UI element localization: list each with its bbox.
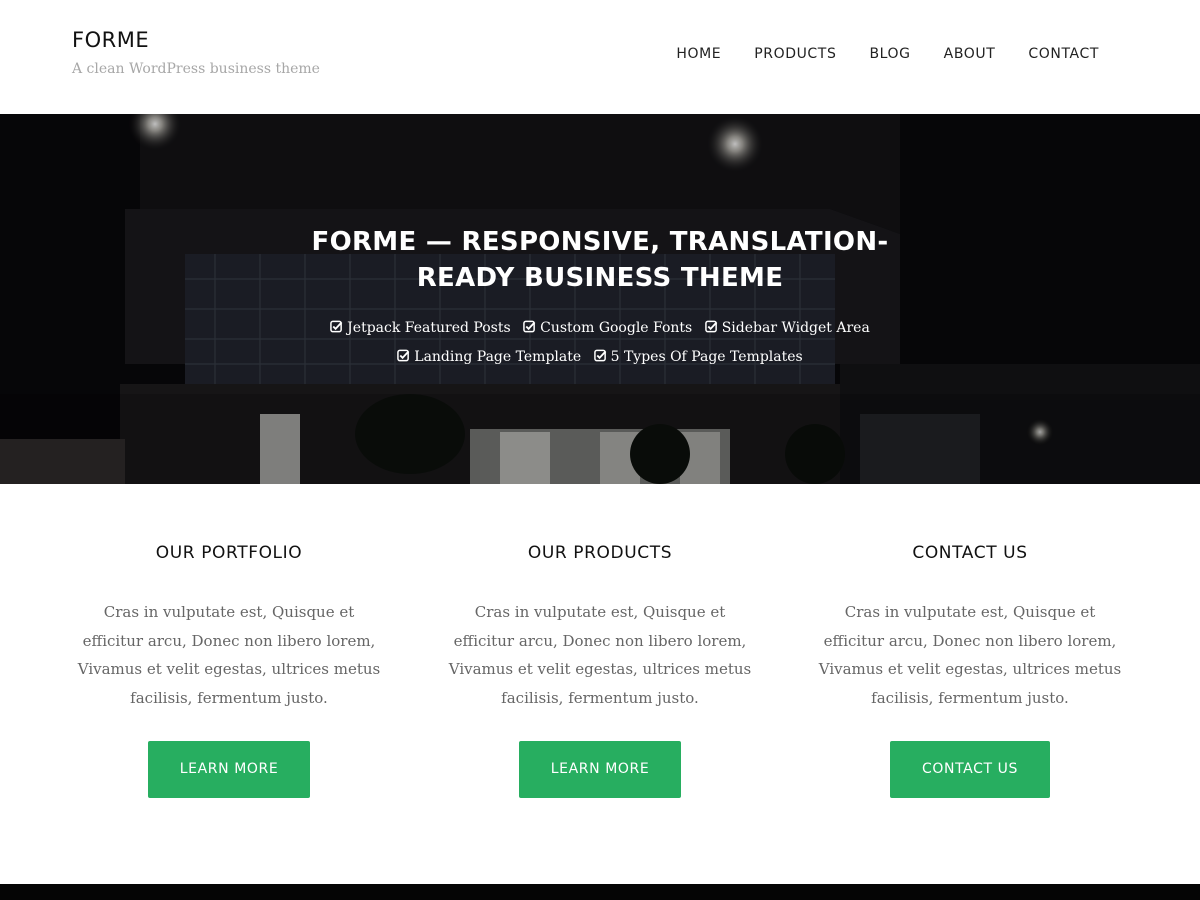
feature-item: 5 Types Of Page Templates (593, 343, 803, 372)
site-header: FORME A clean WordPress business theme H… (0, 0, 1200, 114)
nav-home[interactable]: HOME (676, 46, 721, 62)
feature-label: 5 Types Of Page Templates (610, 349, 803, 365)
hero-features-list: Jetpack Featured Posts Custom Google Fon… (280, 314, 920, 372)
learn-more-button[interactable]: LEARN MORE (518, 741, 682, 798)
contact-column: CONTACT US Cras in vulputate est, Quisqu… (810, 484, 1130, 798)
contact-us-button[interactable]: CONTACT US (890, 741, 1050, 798)
feature-label: Jetpack Featured Posts (347, 320, 511, 336)
check-square-icon (397, 349, 410, 362)
hero-banner: FORME — RESPONSIVE, TRANSLATION-READY BU… (0, 114, 1200, 484)
column-title: CONTACT US (912, 543, 1028, 563)
check-square-icon (330, 320, 343, 333)
portfolio-column: OUR PORTFOLIO Cras in vulputate est, Qui… (69, 484, 389, 798)
hero-content: FORME — RESPONSIVE, TRANSLATION-READY BU… (0, 224, 1200, 372)
column-text: Cras in vulputate est, Quisque et effici… (818, 603, 1122, 707)
products-column: OUR PRODUCTS Cras in vulputate est, Quis… (440, 484, 760, 798)
nav-contact[interactable]: CONTACT (1028, 46, 1099, 62)
hero-title: FORME — RESPONSIVE, TRANSLATION-READY BU… (311, 227, 889, 293)
main-nav: HOME PRODUCTS BLOG ABOUT CONTACT (676, 46, 1099, 62)
check-square-icon (523, 320, 536, 333)
features-section: OUR PORTFOLIO Cras in vulputate est, Qui… (0, 484, 1200, 884)
column-text: Cras in vulputate est, Quisque et effici… (448, 603, 752, 707)
feature-label: Custom Google Fonts (540, 320, 693, 336)
feature-item: Custom Google Fonts (523, 314, 692, 343)
footer-bar (0, 884, 1200, 900)
column-title: OUR PORTFOLIO (155, 543, 303, 563)
column-text: Cras in vulputate est, Quisque et effici… (77, 603, 381, 707)
check-square-icon (593, 349, 606, 362)
nav-blog[interactable]: BLOG (869, 46, 910, 62)
learn-more-button[interactable]: LEARN MORE (147, 741, 311, 798)
feature-item: Landing Page Template (397, 343, 581, 372)
feature-item: Sidebar Widget Area (704, 314, 870, 343)
nav-products[interactable]: PRODUCTS (754, 46, 836, 62)
feature-label: Landing Page Template (414, 349, 582, 365)
site-tagline: A clean WordPress business theme (72, 61, 320, 77)
site-title[interactable]: FORME (72, 28, 149, 52)
nav-about[interactable]: ABOUT (944, 46, 996, 62)
feature-item: Jetpack Featured Posts (330, 314, 511, 343)
column-title: OUR PRODUCTS (527, 543, 673, 563)
check-square-icon (704, 320, 717, 333)
feature-label: Sidebar Widget Area (721, 320, 870, 336)
